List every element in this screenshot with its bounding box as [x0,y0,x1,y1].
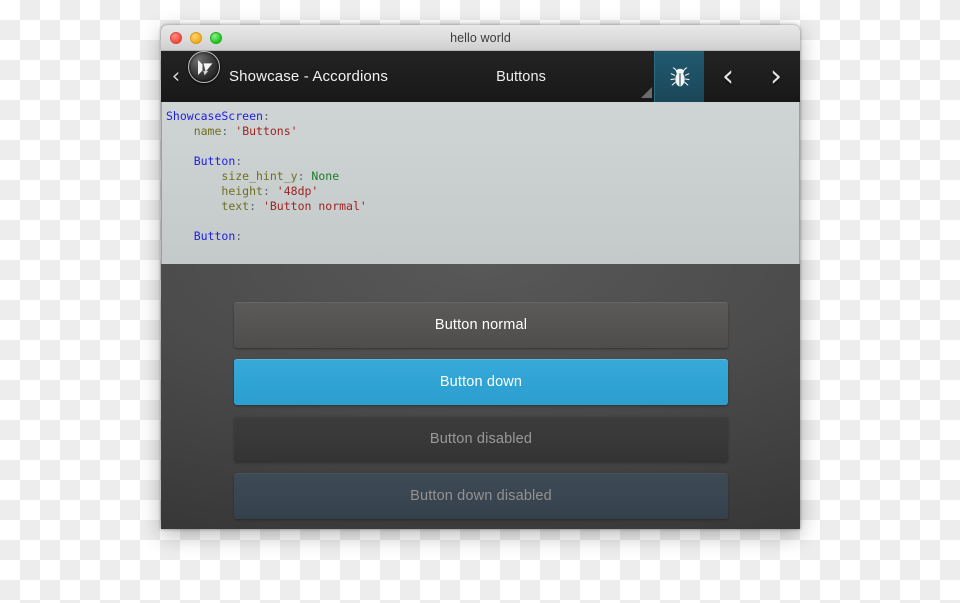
code-token: height [221,184,263,198]
button-label: Button down disabled [410,488,552,504]
nav-previous-button[interactable]: ‹ [704,51,752,102]
button-label: Button disabled [429,431,533,447]
screen-spinner[interactable]: Buttons [388,51,654,102]
action-bar-right-group: ‹ › [654,51,800,102]
code-token: ShowcaseScreen [166,109,263,123]
app-title: Showcase - Accordions [229,68,389,85]
code-token: : [262,184,277,198]
button-label: Button down [439,374,523,390]
code-line: size_hint_y: None [166,169,799,184]
minimize-button-icon[interactable] [190,32,202,44]
action-previous-button[interactable]: ‹ [165,51,220,102]
window-title: hello world [450,30,511,45]
code-line: ShowcaseScreen: [166,109,799,124]
code-token: '48dp' [276,184,319,198]
button-label: Button normal [434,317,528,333]
code-token: Button [193,154,236,168]
code-token: None [311,169,340,183]
action-bar-left-group: ‹ Showcase - Accordions [161,51,388,102]
code-token: size_hint_y [221,169,298,183]
code-line: text: 'Button normal' [166,199,799,214]
code-line: Button: [166,229,799,244]
nav-next-button[interactable]: › [752,51,800,102]
traffic-light-group [170,25,222,51]
code-token: 'Buttons' [235,124,298,138]
kv-code-text: ShowcaseScreen: name: 'Buttons' Button: … [166,109,799,244]
action-bar-center-group: Buttons [388,51,654,102]
bug-button[interactable] [654,51,704,102]
window-titlebar: hello world [161,25,800,51]
code-token: : [262,109,270,123]
code-token: 'Button normal' [262,199,367,213]
bug-icon [667,64,693,90]
button-disabled: Button disabled [234,416,728,462]
code-line: height: '48dp' [166,184,799,199]
code-token: : [249,199,263,213]
button-down[interactable]: Button down [234,359,728,405]
maximize-button-icon[interactable] [210,32,222,44]
button-normal[interactable]: Button normal [234,302,728,348]
code-token: : [297,169,312,183]
chevron-left-icon: ‹ [171,64,181,88]
code-token: name [193,124,222,138]
button-down-disabled: Button down disabled [234,473,728,519]
code-token: : [235,229,243,243]
code-token: Button [193,229,236,243]
button-showcase-stack: Button normal Button down Button disabled B… [234,302,728,519]
app-window: hello world ‹ Showcase - Accordions Butt… [161,25,800,529]
kv-code-editor[interactable]: ShowcaseScreen: name: 'Buttons' Button: … [161,102,800,264]
screen-spinner-value: Buttons [496,68,546,85]
code-line: name: 'Buttons' [166,124,799,139]
code-line: Button: [166,154,799,169]
kivy-logo-icon [188,51,220,83]
action-bar: ‹ Showcase - Accordions Buttons ‹ › [161,51,800,102]
showcase-content-panel: Button normal Button down Button disabled B… [161,264,800,529]
code-token: : [235,154,243,168]
code-token: text [221,199,250,213]
code-token: : [221,124,236,138]
close-button-icon[interactable] [170,32,182,44]
dropdown-triangle-icon [641,87,652,98]
